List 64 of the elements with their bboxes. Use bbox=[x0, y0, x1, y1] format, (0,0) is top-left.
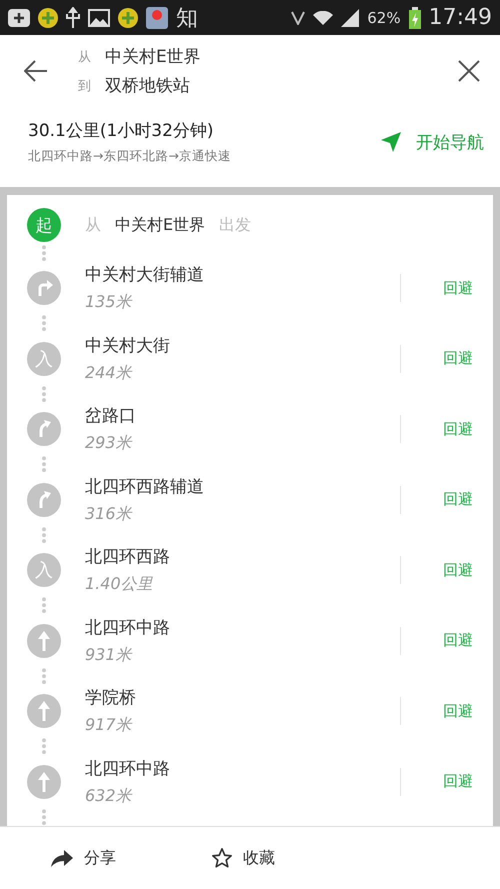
step-distance: 931米 bbox=[85, 644, 134, 666]
road-name: 北四环中路 bbox=[85, 758, 171, 780]
step-distance: 632米 bbox=[85, 786, 134, 807]
to-label: 到 bbox=[78, 78, 91, 94]
avoid-button[interactable]: 回避 bbox=[443, 420, 473, 439]
step-distance: 244米 bbox=[85, 362, 134, 384]
road-name: 中关村大街 bbox=[85, 334, 171, 357]
step-distance: 316米 bbox=[85, 504, 134, 525]
route-roads: 北四环中路→东四环北路→京通快速 bbox=[28, 148, 232, 165]
battery-icon bbox=[408, 6, 421, 28]
start-badge: 起 bbox=[27, 208, 61, 242]
road-name: 岔路口 bbox=[85, 405, 137, 428]
step-distance: 293米 bbox=[85, 433, 134, 454]
dotted-connector bbox=[41, 596, 47, 615]
plus-icon bbox=[8, 8, 30, 26]
road-name: 北四环西路辅道 bbox=[85, 476, 205, 498]
destination-name: 双桥地铁站 bbox=[105, 75, 190, 97]
road-name: 中关村大街辅道 bbox=[85, 264, 205, 286]
step-icon: 入 bbox=[27, 553, 61, 588]
dotted-connector bbox=[41, 384, 47, 404]
start-description: 从 中关村E世界 出发 bbox=[85, 214, 252, 236]
avoid-button[interactable]: 回避 bbox=[443, 702, 473, 721]
origin-name: 中关村E世界 bbox=[105, 46, 201, 68]
signal-icon bbox=[341, 8, 360, 26]
avoid-button[interactable]: 回避 bbox=[443, 772, 473, 792]
route-distance: 30.1公里(1小时32分钟) bbox=[28, 120, 215, 142]
bear-right-icon bbox=[27, 482, 61, 517]
avoid-button[interactable]: 回避 bbox=[443, 349, 473, 368]
dotted-connector bbox=[41, 314, 47, 333]
star-icon bbox=[211, 847, 233, 869]
avoid-button[interactable]: 回避 bbox=[443, 490, 473, 510]
from-label: 从 bbox=[78, 48, 91, 66]
map-app-icon bbox=[146, 6, 168, 28]
step-distance: 135米 bbox=[85, 292, 134, 314]
favorite-button[interactable]: 收藏 bbox=[211, 847, 275, 869]
avoid-button[interactable]: 回避 bbox=[443, 631, 473, 650]
avoid-button[interactable]: 回避 bbox=[443, 560, 473, 580]
step-distance: 1.40公里 bbox=[85, 574, 154, 596]
navigation-arrow-icon bbox=[380, 131, 402, 153]
app-badge-icon bbox=[38, 8, 58, 28]
start-navigation-button[interactable]: 开始导航 bbox=[380, 130, 484, 154]
dotted-connector bbox=[41, 808, 47, 826]
bear-right-icon bbox=[27, 412, 61, 446]
share-icon bbox=[50, 848, 74, 868]
app-label: 知 bbox=[176, 4, 198, 32]
dotted-connector bbox=[41, 526, 47, 544]
share-button[interactable]: 分享 bbox=[50, 848, 116, 868]
avoid-button[interactable]: 回避 bbox=[443, 278, 473, 298]
image-icon bbox=[88, 8, 110, 26]
dotted-connector bbox=[41, 455, 47, 474]
road-name: 北四环中路 bbox=[85, 616, 171, 639]
dotted-connector bbox=[41, 666, 47, 686]
clock: 17:49 bbox=[428, 5, 492, 30]
road-name: 学院桥 bbox=[85, 687, 137, 710]
turn-right-icon bbox=[27, 271, 61, 306]
battery-percent: 62% bbox=[367, 8, 401, 26]
app-badge-icon bbox=[118, 8, 138, 28]
usb-icon bbox=[66, 6, 80, 28]
step-icon: 入 bbox=[27, 342, 61, 376]
dotted-connector bbox=[41, 244, 47, 262]
dotted-connector bbox=[41, 737, 47, 756]
wifi-icon bbox=[313, 10, 334, 24]
road-name: 北四环西路 bbox=[85, 546, 171, 568]
step-distance: 917米 bbox=[85, 715, 134, 736]
